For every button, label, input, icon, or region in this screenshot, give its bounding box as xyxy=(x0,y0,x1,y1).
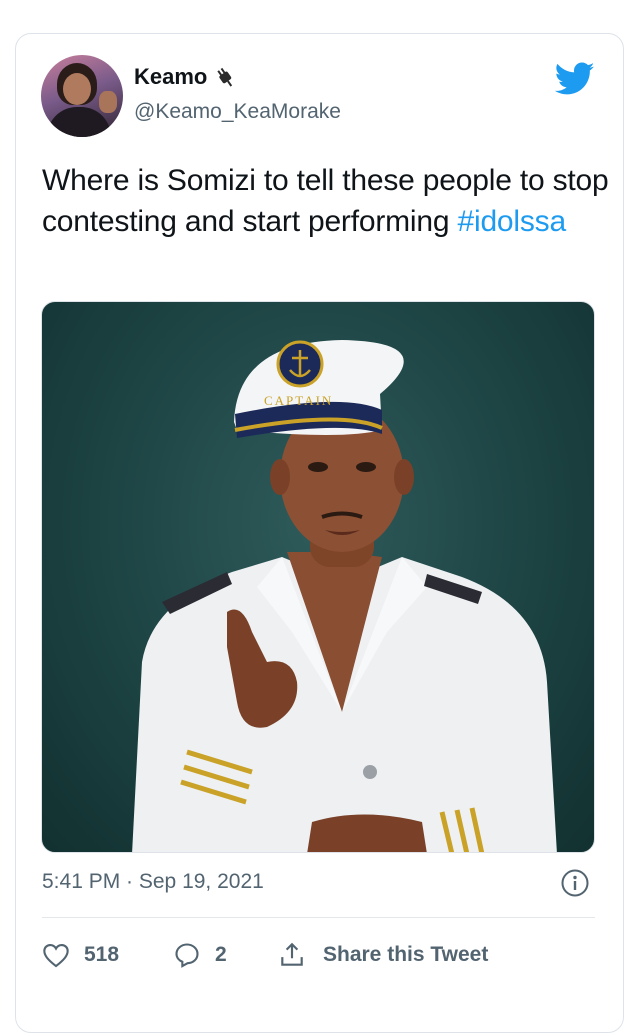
info-icon[interactable] xyxy=(560,868,590,898)
hashtag-link[interactable]: #idolssa xyxy=(458,205,567,238)
avatar-face xyxy=(63,73,91,105)
ear-left xyxy=(270,459,290,495)
ear-right xyxy=(394,459,414,495)
share-tweet-button[interactable]: Share this Tweet xyxy=(279,941,488,969)
heart-icon xyxy=(43,944,69,968)
twitter-bird-icon[interactable] xyxy=(555,62,595,96)
photo-illustration: CAPTAIN xyxy=(132,340,557,852)
reply-button[interactable]: 2 xyxy=(173,941,249,969)
tweet-timestamp[interactable]: 5:41 PM · Sep 19, 2021 xyxy=(42,870,264,894)
author-avatar[interactable] xyxy=(41,55,123,137)
tweet-text: Where is Somizi to tell these people to … xyxy=(42,160,612,242)
author-name-row[interactable]: Keamo xyxy=(134,64,237,90)
author-handle[interactable]: @Keamo_KeaMorake xyxy=(134,100,341,124)
share-icon xyxy=(281,942,303,966)
author-display-name[interactable]: Keamo xyxy=(134,64,207,90)
lower-hand xyxy=(307,814,427,852)
tweet-actions: 518 2 Share this Tweet xyxy=(42,937,488,973)
electric-plug-icon xyxy=(217,67,233,87)
eye-right xyxy=(356,462,376,472)
share-label: Share this Tweet xyxy=(323,943,489,966)
reply-bubble-icon xyxy=(175,943,199,968)
actions-divider xyxy=(42,917,595,918)
reply-count: 2 xyxy=(215,943,227,966)
like-count: 518 xyxy=(84,943,120,966)
hat-text: CAPTAIN xyxy=(264,393,333,408)
jacket-button xyxy=(363,765,377,779)
tweet-photo[interactable]: CAPTAIN xyxy=(41,301,595,853)
like-button[interactable]: 518 xyxy=(42,942,132,968)
eye-left xyxy=(308,462,328,472)
avatar-hand xyxy=(99,91,117,113)
